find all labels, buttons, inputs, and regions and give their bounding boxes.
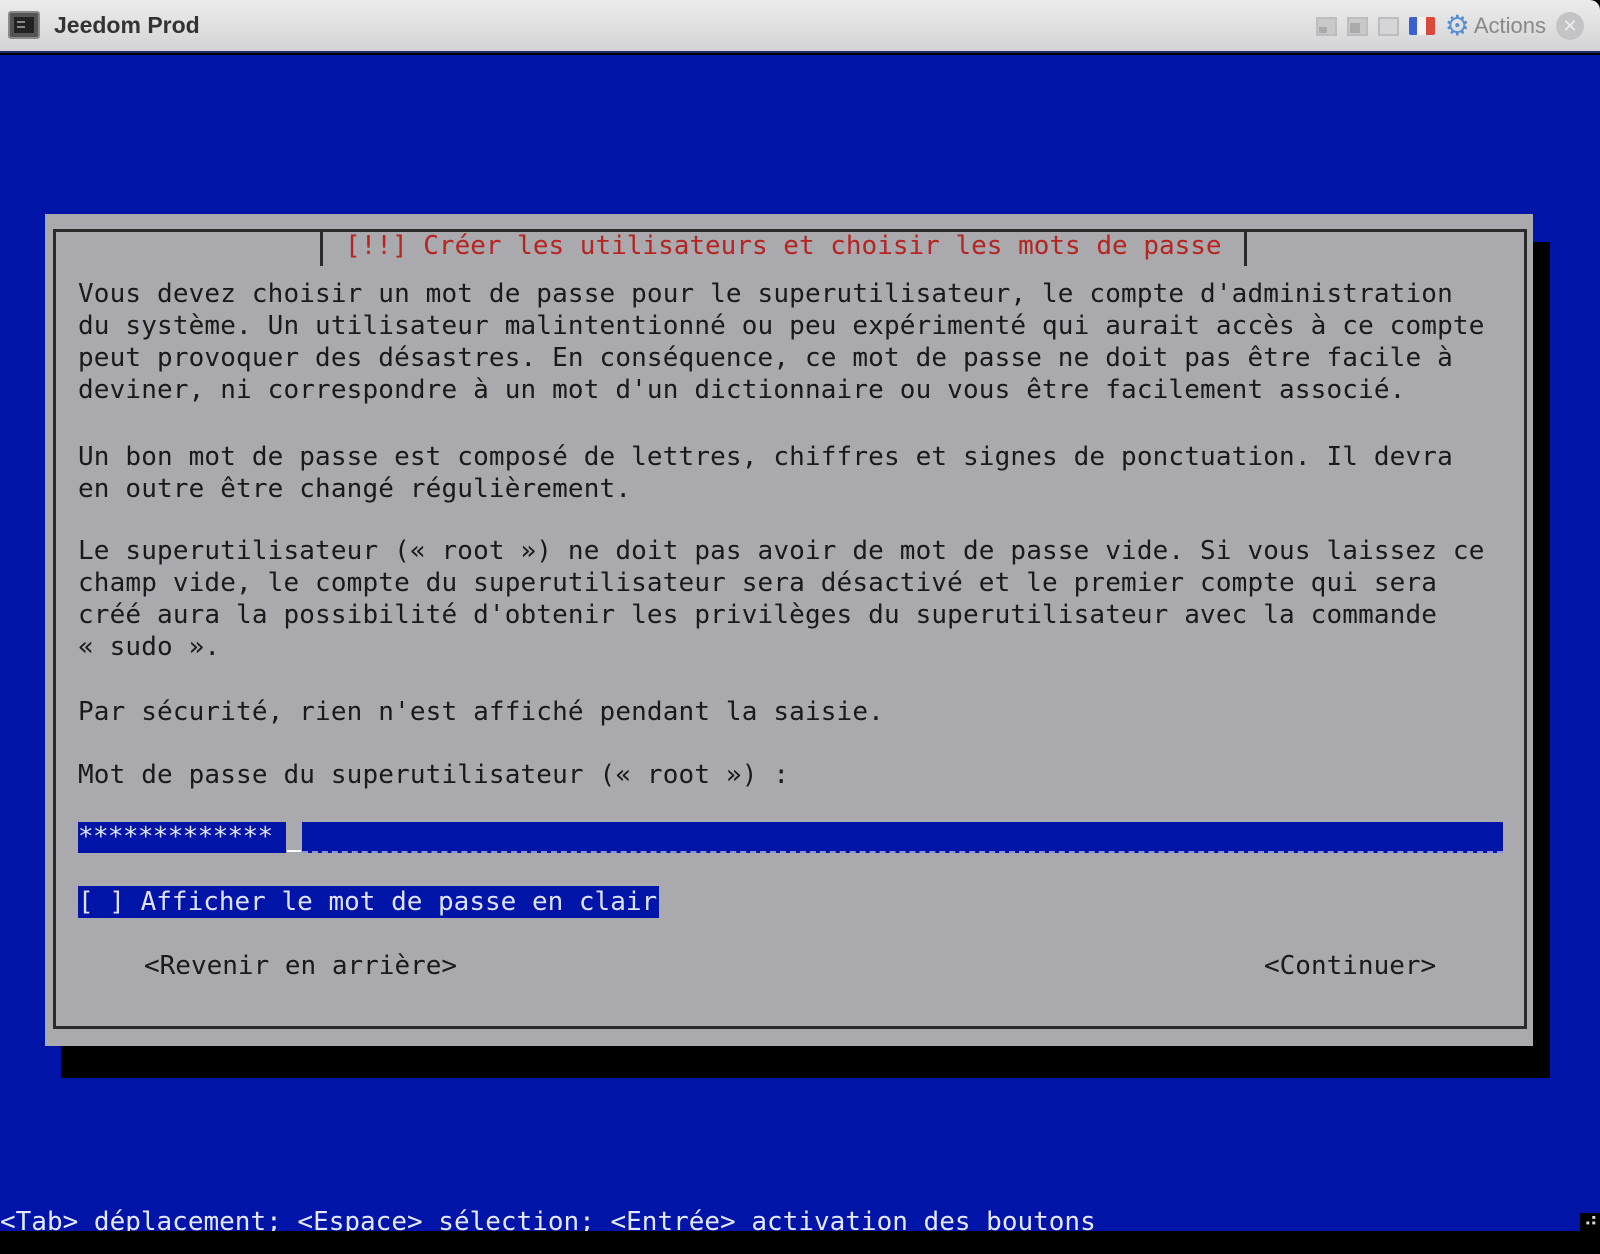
paragraph-root-empty: Le superutilisateur (« root ») ne doit p… — [78, 536, 1485, 662]
paragraph-good-password: Un bon mot de passe est composé de lettr… — [78, 442, 1453, 504]
show-password-checkbox[interactable]: [ ] Afficher le mot de passe en clair — [78, 886, 660, 918]
gear-icon[interactable]: ⚙ — [1445, 12, 1470, 40]
back-button[interactable]: <Revenir en arrière> — [144, 950, 457, 982]
password-masked-value[interactable]: ************* — [78, 822, 286, 853]
minimize-icon[interactable] — [1315, 16, 1337, 36]
paragraph-password-advice: Vous devez choisir un mot de passe pour … — [78, 279, 1485, 405]
close-icon[interactable]: ✕ — [1556, 12, 1584, 40]
window-titlebar: Jeedom Prod ⚙ Actions ✕ — [0, 0, 1600, 53]
terminal-icon — [8, 11, 40, 39]
paragraph-security-note: Par sécurité, rien n'est affiché pendant… — [78, 697, 884, 727]
resize-grip-icon[interactable] — [1580, 1207, 1600, 1231]
restore-icon[interactable] — [1346, 16, 1368, 36]
dialog-title: [!!] Créer les utilisateurs et choisir l… — [345, 231, 1222, 261]
french-flag-icon[interactable] — [1408, 17, 1435, 35]
root-password-input[interactable]: ************* — [78, 822, 1503, 854]
window-title: Jeedom Prod — [54, 12, 200, 38]
maximize-icon[interactable] — [1377, 16, 1399, 36]
actions-menu-button[interactable]: Actions — [1474, 13, 1546, 39]
password-input-remaining[interactable] — [302, 822, 1503, 853]
password-prompt-label: Mot de passe du superutilisateur (« root… — [78, 760, 790, 790]
window-controls: ⚙ Actions ✕ — [1315, 10, 1584, 42]
bottom-bar — [0, 1231, 1600, 1254]
text-cursor — [287, 850, 301, 852]
continue-button[interactable]: <Continuer> — [1264, 950, 1436, 982]
dialog-title-box: [!!] Créer les utilisateurs et choisir l… — [320, 231, 1247, 266]
